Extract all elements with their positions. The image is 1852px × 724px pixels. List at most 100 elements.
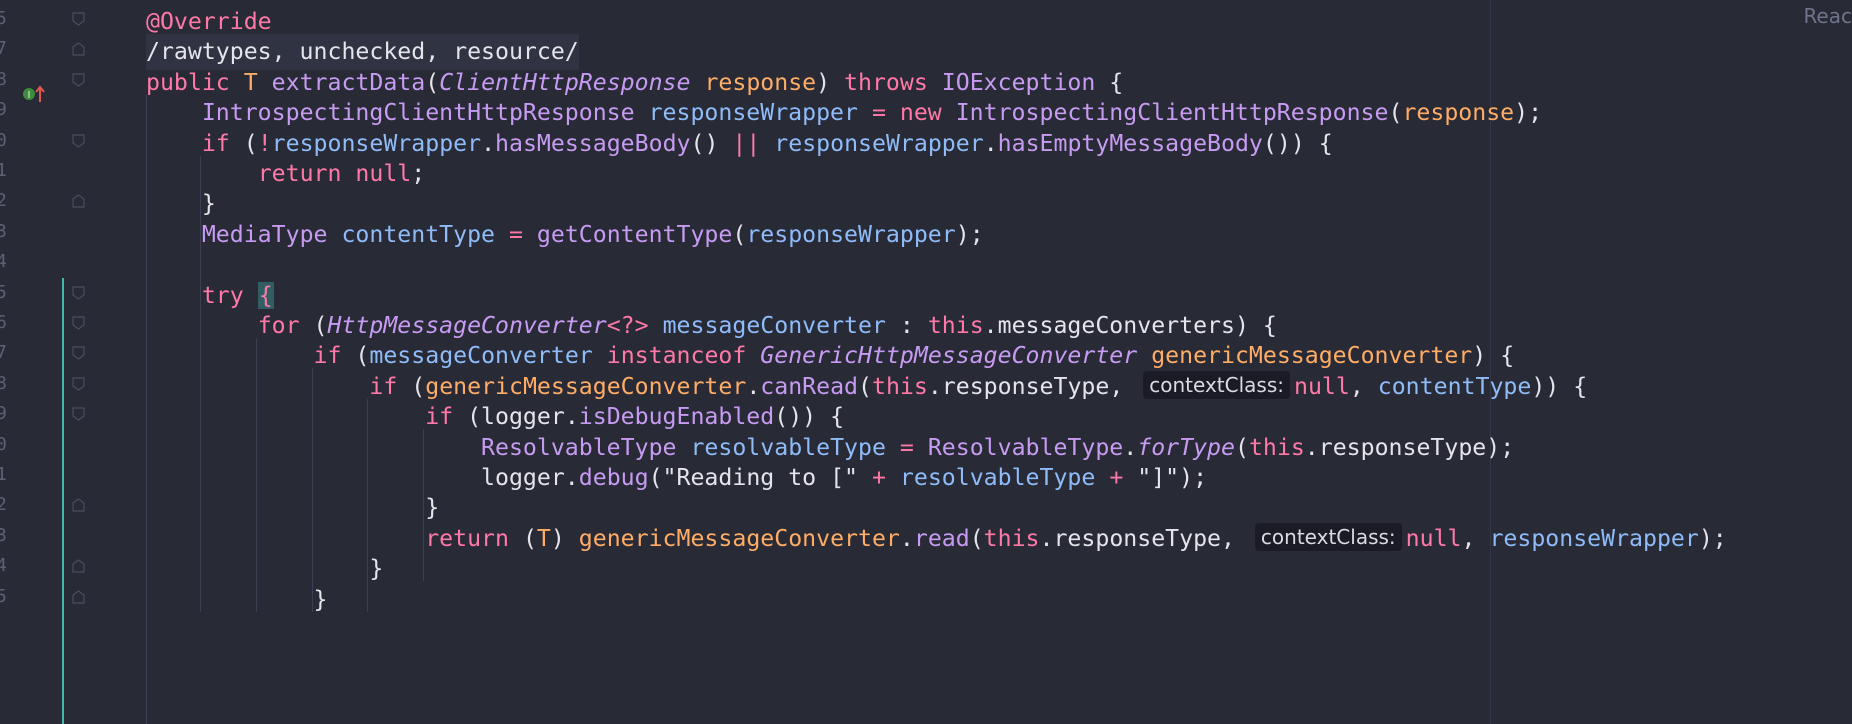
code-token: ) { [1472,342,1515,370]
code-token: genericMessageConverter [425,372,747,400]
gutter: 57890123456789012345 [0,0,140,724]
code-token: ()) { [774,403,845,431]
code-token: debug [578,464,649,491]
code-token: . [746,372,761,400]
vcs-change-marker[interactable] [62,277,64,724]
override-method-icon[interactable]: I [22,84,48,110]
code-token: ( [1388,99,1403,127]
code-token: null [355,160,412,187]
indent-guide [146,94,147,724]
fold-expand-icon[interactable] [72,73,85,87]
code-token: <?> [606,312,649,339]
code-token: } [146,555,384,583]
code-token: ( [1234,433,1249,461]
code-token: HttpMessageConverter [327,312,607,339]
code-token: /rawtypes, unchecked, resource/ [146,38,579,66]
code-token: ( [969,524,984,552]
code-token: responseWrapper [648,99,858,127]
code-token: null [1405,524,1462,552]
code-token: messageConverter [369,342,593,370]
code-token: this [927,312,984,339]
code-token: responseWrapper [1489,524,1699,552]
code-token: contentType [1377,372,1532,400]
code-token: .responseType, [1039,524,1249,552]
code-token: ()) { [1262,129,1333,157]
code-token: = [495,220,537,248]
indent-guide [311,368,313,612]
code-token: IOException [941,68,1096,96]
code-token: . [481,129,496,157]
code-token: ); [955,220,984,248]
fold-collapse-icon[interactable] [72,559,85,573]
code-token: forType [1137,433,1235,461]
code-token: || [732,129,761,157]
code-token: new [899,99,956,127]
code-token: ); [1514,99,1543,127]
code-token: @Override [146,8,272,35]
code-token: ( [732,220,747,248]
code-line[interactable]: } [146,582,328,618]
fold-collapse-icon[interactable] [72,589,85,604]
line-number: 5 [0,585,7,607]
fold-expand-icon[interactable] [72,407,85,421]
code-token: : [885,312,928,339]
code-token: . [983,129,998,157]
code-token: IntrospectingClientHttpResponse [201,99,635,127]
code-token: , [1461,524,1490,552]
code-token: if [369,372,412,400]
fold-collapse-icon[interactable] [72,194,85,208]
code-token: contentType [341,220,496,248]
code-token: (logger. [467,403,579,431]
code-line[interactable]: MediaType contentType = getContentType(r… [146,217,984,253]
code-token: canRead [760,372,859,400]
fold-expand-icon[interactable] [72,12,85,26]
indent-guide [367,398,369,612]
code-token: ) [816,68,845,96]
fold-collapse-icon[interactable] [72,498,85,512]
fold-expand-icon[interactable] [72,285,85,300]
reader-mode-label[interactable]: Reac [1803,4,1852,28]
fold-expand-icon[interactable] [72,377,85,391]
fold-collapse-icon[interactable] [72,42,85,56]
code-token: ) [550,524,579,552]
indent-guide [199,155,201,612]
code-editor[interactable]: 57890123456789012345 Reac I @Override/ra… [0,0,1852,724]
code-token: response [704,68,817,96]
fold-expand-icon[interactable] [72,316,85,330]
code-token: throws [844,68,942,96]
code-token: return [257,160,356,187]
code-token: + [1109,464,1124,491]
code-token: instanceof [606,342,761,370]
code-token: ( [522,524,537,552]
matched-brace: { [257,281,274,309]
code-token: this [872,372,928,400]
code-token: responseWrapper [746,220,956,248]
fold-expand-icon[interactable] [72,133,85,148]
code-token: if [313,342,356,370]
code-token: resolvableType [690,433,886,461]
code-token: public [146,68,244,96]
code-token: ResolvableType [927,433,1124,461]
code-token: null [1294,372,1350,400]
fold-expand-icon[interactable] [72,346,85,361]
code-token: } [146,585,328,613]
indent-guide [255,338,257,612]
code-token: messageConverter [662,312,886,339]
code-token: IntrospectingClientHttpResponse [955,99,1389,127]
code-token: hasMessageBody [495,129,691,157]
code-token: ClientHttpResponse [439,68,691,96]
code-token: this [1248,433,1305,461]
code-token: if [425,403,468,431]
